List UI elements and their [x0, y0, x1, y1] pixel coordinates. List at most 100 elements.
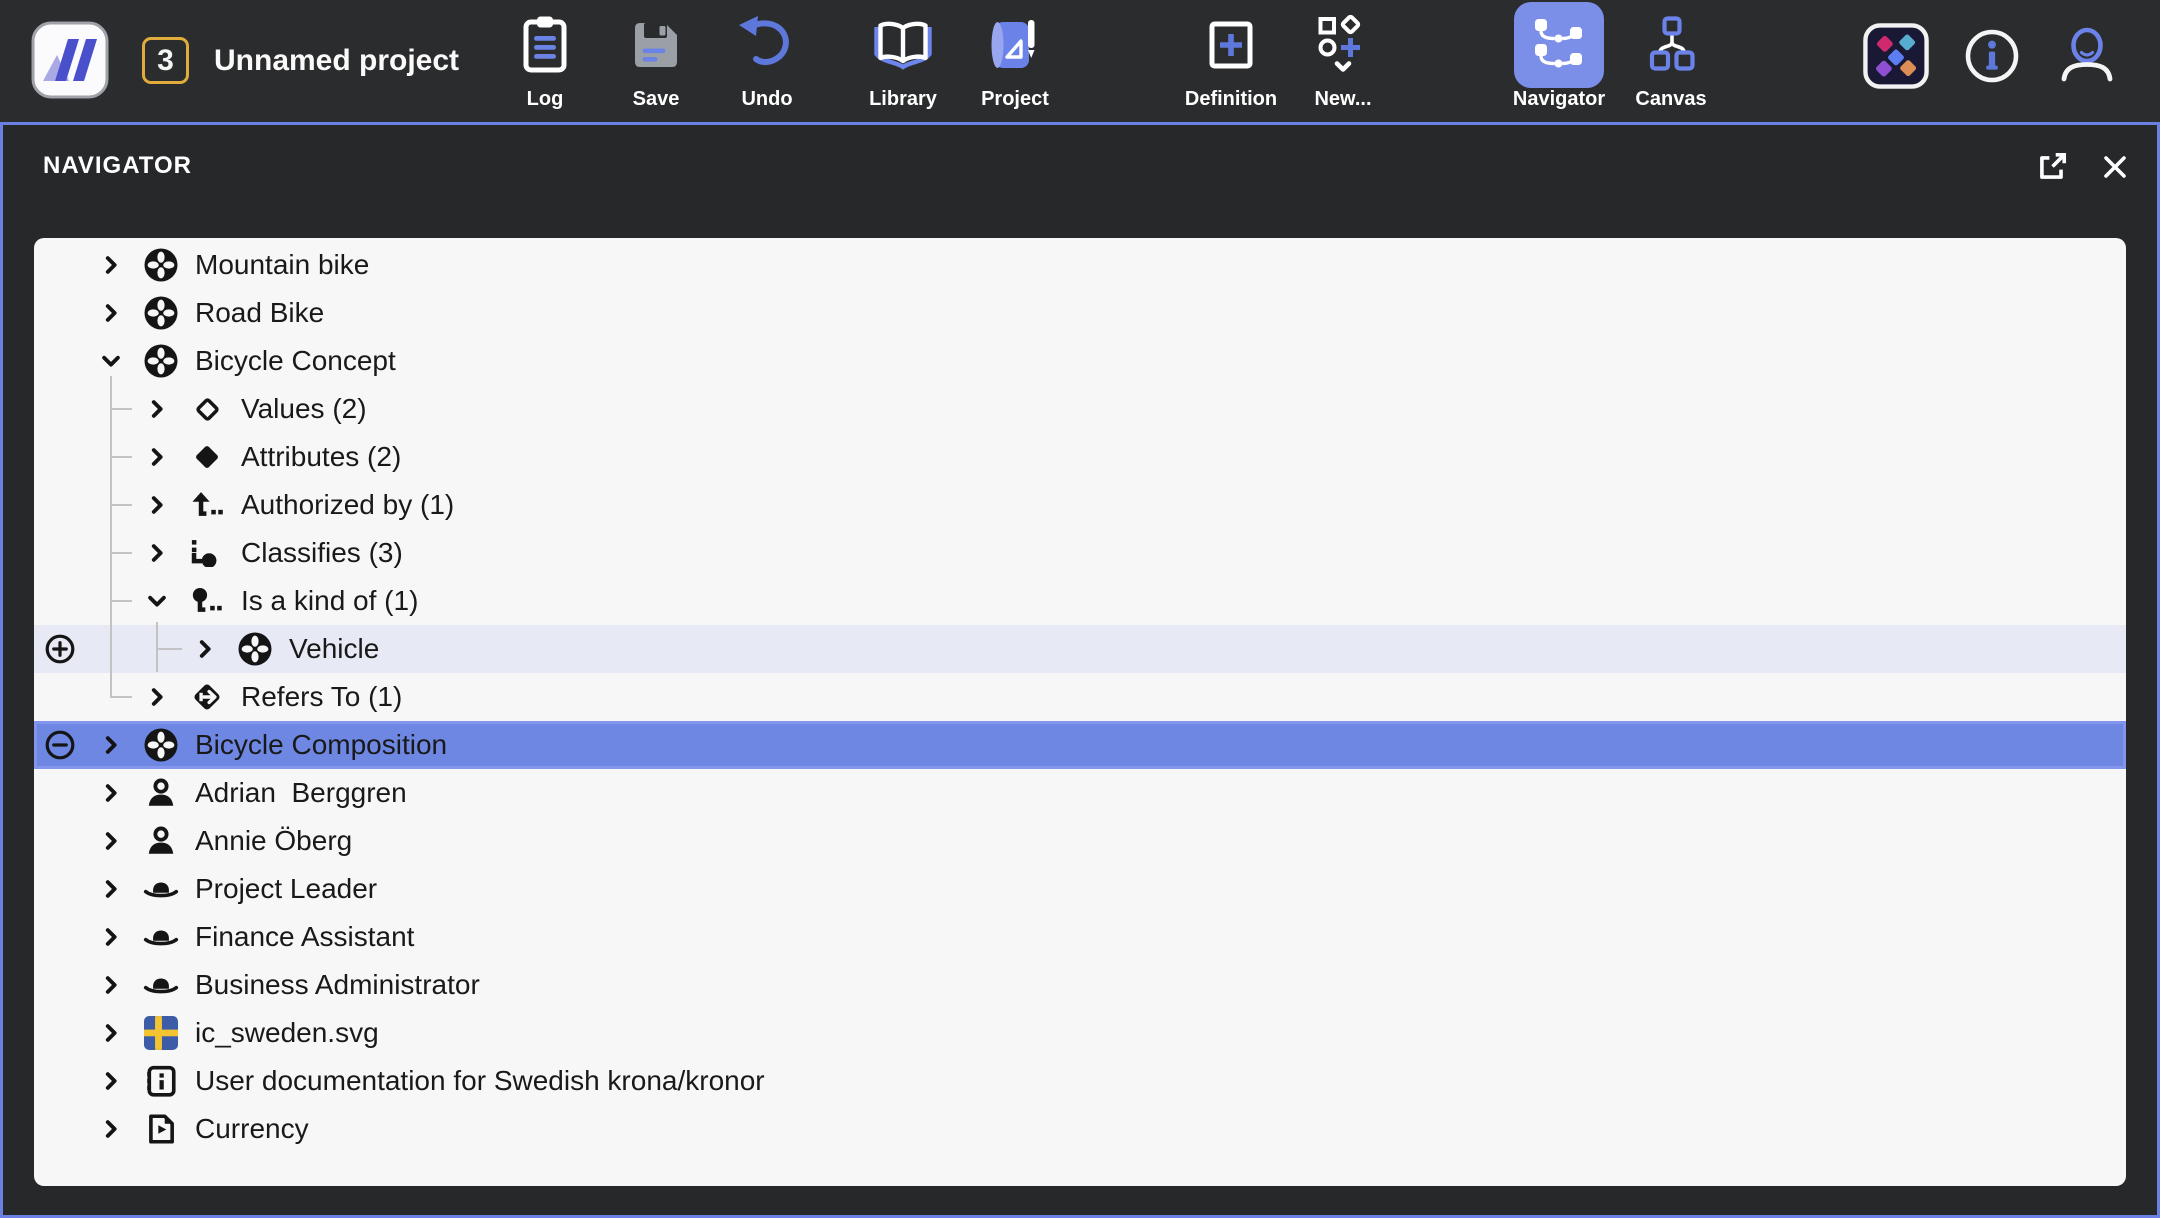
sweden-flag-icon — [142, 1014, 180, 1052]
toolbar-button-label: Log — [527, 88, 564, 111]
close-panel-button[interactable] — [2095, 147, 2135, 187]
toolbar-button-label: Undo — [741, 88, 792, 111]
diamond-outline-icon — [188, 390, 226, 428]
toolbar-button-label: Library — [869, 88, 937, 111]
tree-row[interactable]: Business Administrator — [34, 961, 2126, 1009]
document-info-icon — [142, 1062, 180, 1100]
toolbar-button-label: New... — [1314, 88, 1371, 111]
navigator-panel: NAVIGATOR Mountain bike Road Bike Bicycle … — [0, 122, 2160, 1218]
tree-connector-tick — [110, 504, 132, 506]
tree-connector-tick — [110, 696, 132, 698]
tree-row-label: Bicycle Concept — [195, 345, 396, 377]
tree-connector-tick — [156, 648, 182, 650]
is-a-kind-of-icon — [188, 582, 226, 620]
tree-row-label: Authorized by (1) — [241, 489, 454, 521]
tree-row[interactable]: ic_sweden.svg — [34, 1009, 2126, 1057]
toolbar-button-project[interactable]: Project — [950, 2, 1080, 120]
tree-row[interactable]: Finance Assistant — [34, 913, 2126, 961]
chevron-right-icon[interactable] — [144, 396, 170, 422]
canvas-icon — [1626, 2, 1716, 88]
info-icon — [1963, 27, 2021, 85]
project-count-badge: 3 — [142, 37, 189, 84]
toolbar-button-new[interactable]: New... — [1278, 2, 1408, 120]
tree-row[interactable]: Project Leader — [34, 865, 2126, 913]
app-logo-icon[interactable] — [30, 20, 110, 100]
role-hat-icon — [142, 966, 180, 1004]
tree-row[interactable]: Vehicle — [34, 625, 2126, 673]
chevron-right-icon[interactable] — [98, 252, 124, 278]
circle-minus-icon — [44, 729, 76, 761]
chevron-right-icon[interactable] — [144, 540, 170, 566]
tree-row[interactable]: Values (2) — [34, 385, 2126, 433]
info-button[interactable] — [1963, 27, 2021, 85]
tree-row[interactable]: Refers To (1) — [34, 673, 2126, 721]
tree-row[interactable]: Bicycle Composition — [34, 721, 2126, 769]
toolbar-button-undo[interactable]: Undo — [702, 2, 832, 120]
tree-row[interactable]: Road Bike — [34, 289, 2126, 337]
app-grid-button[interactable] — [1863, 23, 1929, 89]
toolbar-button-label: Project — [981, 88, 1049, 111]
toolbar-button-label: Canvas — [1635, 88, 1706, 111]
tree-row[interactable]: Attributes (2) — [34, 433, 2126, 481]
tree-row[interactable]: User documentation for Swedish krona/kro… — [34, 1057, 2126, 1105]
open-in-new-icon — [2035, 150, 2069, 184]
tree-row-label: Bicycle Composition — [195, 729, 447, 761]
tree-row-label: Refers To (1) — [241, 681, 402, 713]
tree-row-label: User documentation for Swedish krona/kro… — [195, 1065, 765, 1097]
toolbar-button-navigator[interactable]: Navigator — [1494, 2, 1624, 120]
chevron-down-icon[interactable] — [144, 588, 170, 614]
tree-row[interactable]: Is a kind of (1) — [34, 577, 2126, 625]
tree-row[interactable]: Annie Öberg — [34, 817, 2126, 865]
toolbar-button-library[interactable]: Library — [838, 2, 968, 120]
panel-title: NAVIGATOR — [43, 152, 192, 180]
undo-icon — [722, 2, 812, 88]
chevron-right-icon[interactable] — [98, 972, 124, 998]
tree-row-label: Road Bike — [195, 297, 324, 329]
tree-row-label: Currency — [195, 1113, 309, 1145]
chevron-right-icon[interactable] — [98, 300, 124, 326]
authorized-by-icon — [188, 486, 226, 524]
chevron-right-icon[interactable] — [98, 1068, 124, 1094]
chevron-right-icon[interactable] — [144, 492, 170, 518]
chevron-right-icon[interactable] — [98, 828, 124, 854]
add-button[interactable] — [44, 633, 76, 665]
tree-row[interactable]: Currency — [34, 1105, 2126, 1153]
chevron-right-icon[interactable] — [98, 1020, 124, 1046]
tree-row[interactable]: Adrian Berggren — [34, 769, 2126, 817]
tree-connector-line — [110, 376, 112, 698]
concept-icon — [236, 630, 274, 668]
chevron-right-icon[interactable] — [144, 684, 170, 710]
chevron-right-icon[interactable] — [144, 444, 170, 470]
tree-row-label: Is a kind of (1) — [241, 585, 418, 617]
chevron-down-icon[interactable] — [98, 348, 124, 374]
tree-row-label: ic_sweden.svg — [195, 1017, 379, 1049]
project-icon — [970, 2, 1060, 88]
tree-row-label: Finance Assistant — [195, 921, 414, 953]
toolbar-button-label: Navigator — [1513, 88, 1605, 111]
role-hat-icon — [142, 918, 180, 956]
tree-row-label: Classifies (3) — [241, 537, 403, 569]
profile-button[interactable] — [2055, 24, 2119, 88]
tree-row-label: Business Administrator — [195, 969, 480, 1001]
chevron-right-icon[interactable] — [98, 780, 124, 806]
chevron-right-icon[interactable] — [98, 1116, 124, 1142]
tree-row[interactable]: Authorized by (1) — [34, 481, 2126, 529]
tree-connector-tick — [110, 600, 132, 602]
chevron-right-icon[interactable] — [98, 924, 124, 950]
chevron-right-icon[interactable] — [192, 636, 218, 662]
toolbar-button-canvas[interactable]: Canvas — [1606, 2, 1736, 120]
chevron-right-icon[interactable] — [98, 876, 124, 902]
tree-row-label: Attributes (2) — [241, 441, 401, 473]
remove-button[interactable] — [44, 729, 76, 761]
close-icon — [2099, 151, 2131, 183]
tree-row-label: Annie Öberg — [195, 825, 352, 857]
open-in-new-window-button[interactable] — [2032, 147, 2072, 187]
tree-row[interactable]: Mountain bike — [34, 241, 2126, 289]
tree-row[interactable]: Bicycle Concept — [34, 337, 2126, 385]
tree-row[interactable]: Classifies (3) — [34, 529, 2126, 577]
tree-connector-line — [156, 622, 158, 672]
toolbar-button-definition[interactable]: Definition — [1166, 2, 1296, 120]
chevron-right-icon[interactable] — [98, 732, 124, 758]
person-icon — [142, 774, 180, 812]
concept-icon — [142, 342, 180, 380]
